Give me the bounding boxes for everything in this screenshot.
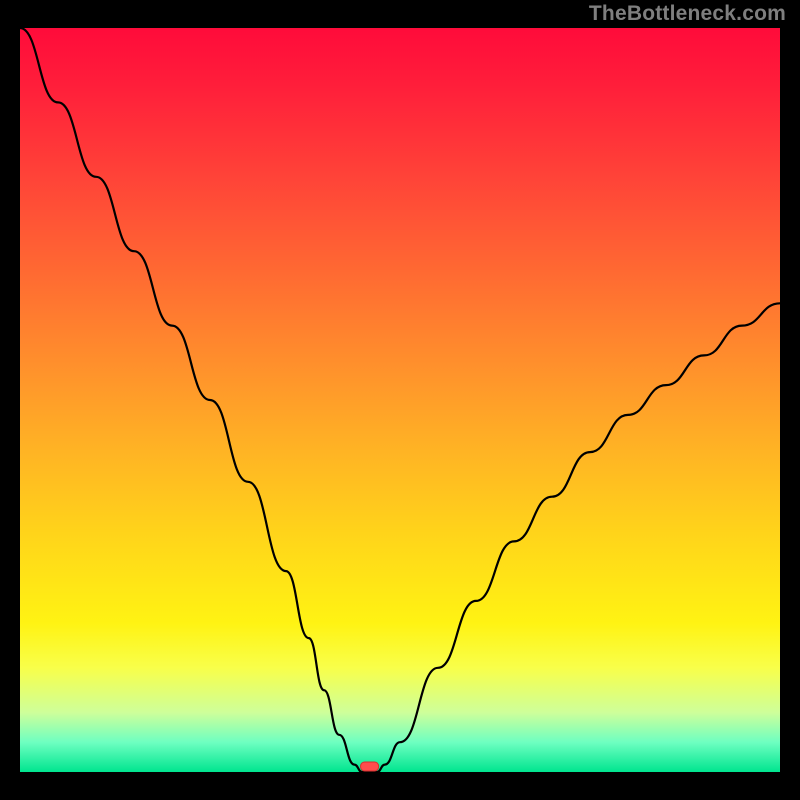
- optimal-point-marker: [361, 762, 379, 771]
- bottleneck-curve: [20, 28, 780, 772]
- watermark-text: TheBottleneck.com: [589, 2, 786, 26]
- plot-area: [20, 28, 780, 772]
- curve-layer: [20, 28, 780, 772]
- chart-frame: TheBottleneck.com: [0, 0, 800, 800]
